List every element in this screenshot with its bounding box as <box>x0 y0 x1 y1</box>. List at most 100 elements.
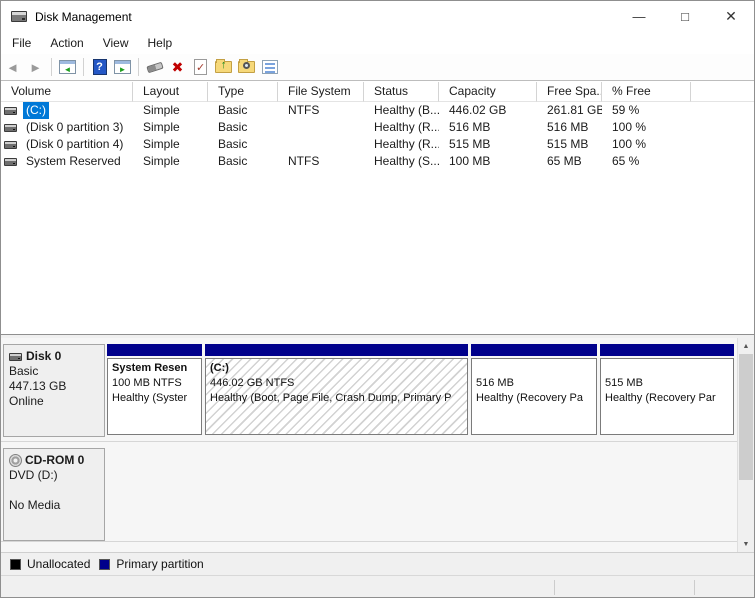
cell-capacity: 100 MB <box>439 153 537 170</box>
window-controls: — □ ✕ <box>616 1 754 32</box>
disk-0-info-panel[interactable]: Disk 0 Basic 447.13 GB Online <box>3 344 105 437</box>
partition-name <box>605 361 729 376</box>
toolbar: ◄ ► ◄ ? ► ✖ ✓ ↑ <box>1 54 754 81</box>
menu-file[interactable]: File <box>3 33 40 53</box>
volume-name: (Disk 0 partition 4) <box>23 136 126 153</box>
help-icon[interactable]: ? <box>88 56 111 78</box>
scroll-up-icon[interactable]: ▲ <box>738 338 754 354</box>
table-row[interactable]: System Reserved Simple Basic NTFS Health… <box>1 153 754 170</box>
status-bar <box>1 575 754 598</box>
partition-recovery-3[interactable]: 516 MB Healthy (Recovery Pa <box>471 344 597 437</box>
column-header-status[interactable]: Status <box>364 82 439 102</box>
partition-name <box>476 361 592 376</box>
partition-name: (C:) <box>210 361 463 376</box>
cell-capacity: 446.02 GB <box>439 102 537 119</box>
cell-layout: Simple <box>133 136 208 153</box>
cell-file-system <box>278 136 364 153</box>
delete-icon[interactable]: ✖ <box>166 56 189 78</box>
cell-type: Basic <box>208 136 278 153</box>
scrollbar-thumb[interactable] <box>739 354 753 480</box>
back-icon[interactable]: ◄ <box>1 56 24 78</box>
status-bar-divider <box>694 580 695 595</box>
column-header-layout[interactable]: Layout <box>133 82 208 102</box>
column-header-volume[interactable]: Volume <box>1 82 133 102</box>
table-row[interactable]: (C:) Simple Basic NTFS Healthy (B... 446… <box>1 102 754 119</box>
forward-icon[interactable]: ► <box>24 56 47 78</box>
scroll-down-icon[interactable]: ▼ <box>738 536 754 552</box>
legend-label-primary-partition: Primary partition <box>116 557 203 571</box>
cell-status: Healthy (S... <box>364 153 439 170</box>
volume-drive-icon <box>4 124 17 132</box>
explore-icon[interactable] <box>235 56 258 78</box>
graphical-view-pane: Disk 0 Basic 447.13 GB Online System Res… <box>1 338 754 552</box>
partition-size: 100 MB NTFS <box>112 376 197 391</box>
cdrom-name: CD-ROM 0 <box>25 453 84 468</box>
menu-view[interactable]: View <box>94 33 138 53</box>
column-header-type[interactable]: Type <box>208 82 278 102</box>
cdrom-0-row: CD-ROM 0 DVD (D:) No Media <box>1 442 737 542</box>
column-header-blank[interactable] <box>691 82 754 102</box>
cell-layout: Simple <box>133 153 208 170</box>
menu-bar: File Action View Help <box>1 32 754 54</box>
column-header-pct-free[interactable]: % Free <box>602 82 691 102</box>
folder-up-icon[interactable]: ↑ <box>212 56 235 78</box>
partition-status: Healthy (Recovery Par <box>605 391 729 406</box>
column-header-file-system[interactable]: File System <box>278 82 364 102</box>
cell-layout: Simple <box>133 102 208 119</box>
cell-pct-free: 100 % <box>602 119 691 136</box>
toolbar-separator <box>51 58 52 76</box>
cell-type: Basic <box>208 119 278 136</box>
partition-strip: System Resen 100 MB NTFS Healthy (Syster… <box>107 344 737 437</box>
cdrom-icon <box>9 454 22 467</box>
check-document-icon[interactable]: ✓ <box>189 56 212 78</box>
primary-partition-bar <box>600 344 734 356</box>
cell-pct-free: 100 % <box>602 136 691 153</box>
title-bar: Disk Management — □ ✕ <box>1 1 754 32</box>
menu-action[interactable]: Action <box>41 33 92 53</box>
volume-name: (C:) <box>23 102 49 119</box>
close-button[interactable]: ✕ <box>708 1 754 32</box>
minimize-button[interactable]: — <box>616 1 662 32</box>
volume-table-header: Volume Layout Type File System Status Ca… <box>1 82 754 102</box>
column-header-free-space[interactable]: Free Spa... <box>537 82 602 102</box>
legend-label-unallocated: Unallocated <box>27 557 90 571</box>
cell-free-space: 516 MB <box>537 119 602 136</box>
cell-status: Healthy (R... <box>364 119 439 136</box>
primary-partition-bar <box>471 344 597 356</box>
volume-name: System Reserved <box>23 153 124 170</box>
partition-c-drive[interactable]: (C:) 446.02 GB NTFS Healthy (Boot, Page … <box>205 344 468 437</box>
cell-free-space: 261.81 GB <box>537 102 602 119</box>
disk-size: 447.13 GB <box>9 379 99 394</box>
disk-0-row: Disk 0 Basic 447.13 GB Online System Res… <box>1 338 737 442</box>
table-row[interactable]: (Disk 0 partition 3) Simple Basic Health… <box>1 119 754 136</box>
window-title: Disk Management <box>35 10 132 24</box>
cell-status: Healthy (B... <box>364 102 439 119</box>
disk-kind: Basic <box>9 364 99 379</box>
show-action-pane-icon[interactable]: ► <box>111 56 134 78</box>
table-row[interactable]: (Disk 0 partition 4) Simple Basic Health… <box>1 136 754 153</box>
properties-icon[interactable] <box>258 56 281 78</box>
disk-state: Online <box>9 394 99 409</box>
cell-file-system: NTFS <box>278 102 364 119</box>
admin-tool-icon[interactable] <box>143 56 166 78</box>
partition-system-reserved[interactable]: System Resen 100 MB NTFS Healthy (Syster <box>107 344 202 437</box>
show-console-tree-icon[interactable]: ◄ <box>56 56 79 78</box>
column-header-capacity[interactable]: Capacity <box>439 82 537 102</box>
cell-type: Basic <box>208 153 278 170</box>
cell-capacity: 515 MB <box>439 136 537 153</box>
cell-pct-free: 65 % <box>602 153 691 170</box>
primary-partition-swatch <box>99 559 110 570</box>
cell-free-space: 515 MB <box>537 136 602 153</box>
cdrom-0-info-panel[interactable]: CD-ROM 0 DVD (D:) No Media <box>3 448 105 541</box>
partition-recovery-4[interactable]: 515 MB Healthy (Recovery Par <box>600 344 734 437</box>
vertical-scrollbar[interactable]: ▲ ▼ <box>737 338 754 552</box>
partition-size: 515 MB <box>605 376 729 391</box>
menu-help[interactable]: Help <box>139 33 182 53</box>
toolbar-separator <box>138 58 139 76</box>
volume-list-pane: Volume Layout Type File System Status Ca… <box>1 82 754 334</box>
cell-pct-free: 59 % <box>602 102 691 119</box>
partition-status: Healthy (Recovery Pa <box>476 391 592 406</box>
volume-drive-icon <box>4 158 17 166</box>
cdrom-kind: DVD (D:) <box>9 468 99 483</box>
maximize-button[interactable]: □ <box>662 1 708 32</box>
